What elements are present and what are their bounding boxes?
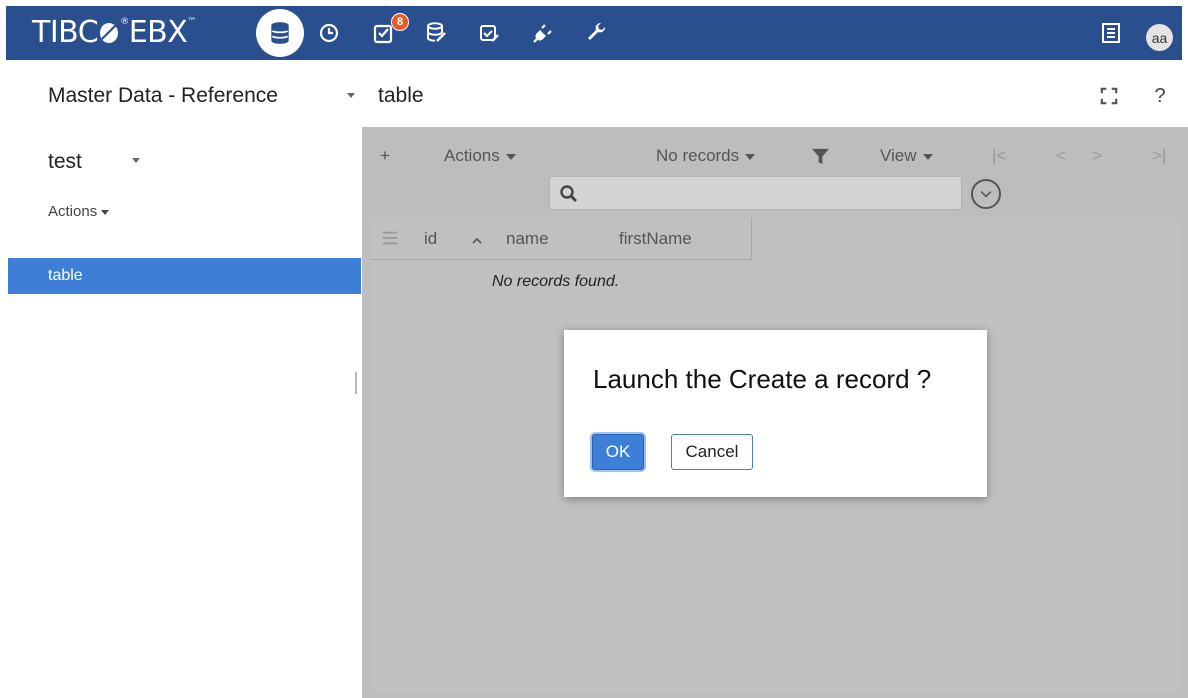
- cancel-button[interactable]: Cancel: [671, 434, 753, 470]
- left-actions-menu[interactable]: Actions: [48, 201, 110, 223]
- breadcrumb: table: [378, 84, 424, 107]
- next-page-icon[interactable]: >: [1092, 145, 1102, 167]
- column-header-name[interactable]: name: [506, 228, 549, 250]
- dialog-message: Launch the Create a record ?: [593, 364, 932, 394]
- last-page-icon[interactable]: >|: [1152, 145, 1166, 167]
- add-record-button[interactable]: +: [380, 145, 390, 167]
- table-actions-menu[interactable]: Actions: [444, 145, 516, 167]
- ok-button[interactable]: OK: [592, 434, 644, 470]
- list-view-icon[interactable]: [1096, 18, 1126, 48]
- search-icon: [560, 185, 577, 202]
- chevron-down-icon: [922, 153, 933, 160]
- column-header-firstname[interactable]: firstName: [619, 228, 692, 250]
- logo-mark-icon: [98, 18, 120, 44]
- dataset-title[interactable]: test: [48, 148, 82, 176]
- column-header-id[interactable]: id: [424, 228, 437, 250]
- filter-icon[interactable]: [811, 147, 830, 172]
- first-page-icon[interactable]: |<: [992, 145, 1006, 167]
- plug-icon[interactable]: [528, 18, 558, 48]
- chevron-down-icon: [505, 153, 516, 160]
- dataspace-dropdown-icon[interactable]: [347, 93, 355, 98]
- top-bar: TIBC ®EBX™ 8 aa: [6, 6, 1182, 60]
- clock-icon[interactable]: [314, 18, 344, 48]
- dataspace-title[interactable]: Master Data - Reference: [48, 82, 278, 110]
- records-menu[interactable]: No records: [656, 145, 756, 167]
- column-menu-icon[interactable]: [380, 229, 400, 253]
- view-menu[interactable]: View: [880, 145, 933, 167]
- inbox-check-icon[interactable]: [474, 18, 504, 48]
- dataset-dropdown-icon[interactable]: [132, 158, 140, 163]
- chevron-down-icon: [980, 191, 992, 198]
- advanced-search-button[interactable]: [971, 179, 1001, 209]
- fullscreen-icon[interactable]: [1096, 83, 1122, 109]
- help-button[interactable]: ?: [1147, 83, 1173, 109]
- chevron-down-icon: [745, 153, 756, 160]
- logo: TIBC ®EBX™: [32, 15, 196, 50]
- grid-header: id name firstName: [370, 218, 752, 260]
- pane-splitter[interactable]: [355, 372, 357, 394]
- confirm-dialog: Launch the Create a record ? OK Cancel: [564, 330, 987, 497]
- task-count-badge: 8: [391, 13, 409, 31]
- empty-grid-message: No records found.: [492, 273, 620, 290]
- sort-ascending-icon[interactable]: [471, 231, 483, 253]
- avatar[interactable]: aa: [1146, 24, 1173, 51]
- chevron-down-icon: [101, 209, 110, 215]
- data-workflow-icon[interactable]: [421, 18, 451, 48]
- previous-page-icon[interactable]: <: [1056, 145, 1066, 167]
- sidebar-item-table[interactable]: table: [8, 258, 361, 294]
- database-icon[interactable]: [256, 9, 304, 57]
- wrench-icon[interactable]: [582, 18, 612, 48]
- search-input[interactable]: [549, 176, 962, 210]
